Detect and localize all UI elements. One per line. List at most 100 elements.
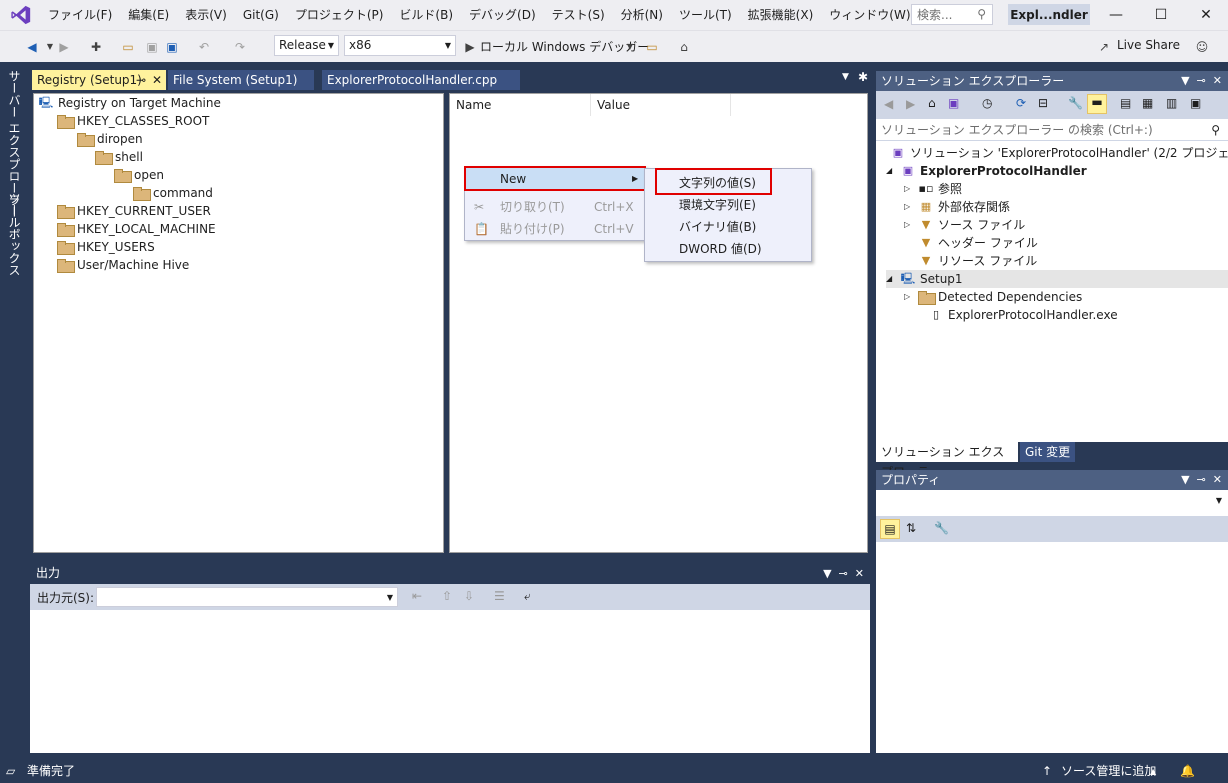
home-icon[interactable]: ⌂ [676,39,692,55]
forward-icon[interactable]: ▶ [906,97,915,111]
tree-node-hkcu[interactable]: HKEY_CURRENT_USER [57,202,211,220]
configuration-select[interactable]: Release ▼ [274,35,339,56]
back-icon[interactable]: ◀ [884,97,893,111]
menu-file[interactable]: ファイル(F) [40,0,120,30]
tree-node-root[interactable]: 🖳 Registry on Target Machine [38,94,221,112]
menu-item-paste[interactable]: 📋 貼り付け(P) Ctrl+V [466,218,644,240]
chevron-up-icon[interactable]: ▲ [1150,760,1156,783]
tree-node-resource-files[interactable]: ▼ リソース ファイル [918,252,1037,270]
tab-explorer-protocol-handler-cpp[interactable]: ExplorerProtocolHandler.cpp [322,70,520,90]
menu-view[interactable]: 表示(V) [177,0,235,30]
folder-icon[interactable]: ▭ [644,39,660,55]
tab-file-system[interactable]: File System (Setup1) [168,70,314,90]
column-header-value[interactable]: Value [591,94,731,116]
menu-extensions[interactable]: 拡張機能(X) [740,0,822,30]
tree-node-command[interactable]: command [133,184,213,202]
output-body[interactable] [30,610,870,753]
menu-tools[interactable]: ツール(T) [671,0,740,30]
toolbox-tab[interactable]: ツールボックス [6,192,23,276]
tree-node-header-files[interactable]: ▼ ヘッダー ファイル [918,234,1038,252]
save-icon[interactable]: ▣ [144,39,160,55]
menu-window[interactable]: ウィンドウ(W) [821,0,918,30]
tree-node-exe[interactable]: ▯ ExplorerProtocolHandler.exe [928,306,1118,324]
tree-node-references[interactable]: ▷ ▪▫ 参照 [904,180,962,198]
preview-icon[interactable]: ▬ [1087,94,1107,114]
categorized-icon[interactable]: ▤ [880,519,900,539]
forward-icon[interactable]: ▶ [56,39,72,55]
prev-message-icon[interactable]: ⇧ [442,589,452,603]
feedback-icon[interactable]: ☺ [1194,39,1210,55]
column-header-name[interactable]: Name [450,94,591,116]
menu-debug[interactable]: デバッグ(D) [461,0,544,30]
properties-object-select[interactable]: ▼ [876,492,1228,514]
maximize-icon[interactable]: ☐ [1139,0,1183,30]
pane-controls[interactable]: ▼ ⊸ ✕ [1181,470,1222,490]
view-code-icon[interactable]: ▤ [1120,96,1131,110]
preview-selected-icon[interactable]: ▣ [1190,96,1201,110]
live-share-button[interactable]: Live Share [1117,38,1180,52]
tab-git-changes[interactable]: Git 変更 [1020,442,1076,462]
start-debug-icon[interactable]: ▶ [462,39,478,55]
menu-build[interactable]: ビルド(B) [391,0,461,30]
find-message-icon[interactable]: ⇤ [412,589,422,603]
properties-icon[interactable]: 🔧 [934,521,949,535]
tab-dropdown-icon[interactable]: ▼ [842,72,849,82]
solution-name-badge[interactable]: Expl...ndler [1008,4,1090,25]
debugger-dropdown-icon[interactable]: ▼ [622,39,638,55]
alphabetical-icon[interactable]: ⇅ [906,521,916,535]
tree-node-project[interactable]: ◢ ▣ ExplorerProtocolHandler [886,162,1087,180]
menu-item-binary-value[interactable]: バイナリ値(B) [679,216,756,238]
undo-icon[interactable]: ↶ [196,39,212,55]
sync-icon[interactable]: ⟳ [1016,96,1026,110]
menu-item-dword-value[interactable]: DWORD 値(D) [679,238,762,260]
properties-icon[interactable]: 🔧 [1068,96,1083,110]
next-message-icon[interactable]: ⇩ [464,589,474,603]
tree-node-hkcr[interactable]: HKEY_CLASSES_ROOT [57,112,209,130]
pane-controls[interactable]: ▼ ⊸ ✕ [823,563,864,584]
pin-icon[interactable]: ⊸ [136,70,146,90]
menu-item-environment-string[interactable]: 環境文字列(E) [679,194,756,216]
menu-item-cut[interactable]: ✂ 切り取り(T) Ctrl+X [466,196,644,218]
menu-git[interactable]: Git(G) [235,0,287,30]
pane-controls[interactable]: ▼ ⊸ ✕ [1181,71,1222,91]
registry-values-pane[interactable]: Name Value [449,93,868,553]
tree-node-shell[interactable]: shell [95,148,143,166]
close-icon[interactable]: ✕ [1184,0,1228,30]
tree-node-open[interactable]: open [114,166,164,184]
search-input[interactable]: 検索... ⚲ [911,4,993,25]
menu-edit[interactable]: 編集(E) [120,0,177,30]
open-folder-icon[interactable]: ▭ [120,39,136,55]
tree-node-external-deps[interactable]: ▷ ▦ 外部依存関係 [904,198,1010,216]
tree-node-source-files[interactable]: ▷ ▼ ソース ファイル [904,216,1025,234]
output-source-select[interactable]: ▼ [96,587,398,607]
collapse-all-icon[interactable]: ⊟ [1038,96,1048,110]
platform-select[interactable]: x86 ▼ [344,35,456,56]
menu-project[interactable]: プロジェクト(P) [287,0,392,30]
tree-node-detected-deps[interactable]: ▷ Detected Dependencies [904,288,1082,306]
tab-registry[interactable]: Registry (Setup1) ⊸ ✕ [32,70,166,90]
tree-node-solution[interactable]: ▣ ソリューション 'ExplorerProtocolHandler' (2/2 … [890,144,1228,162]
add-to-source-control-button[interactable]: ソース管理に追加 [1061,760,1156,783]
live-share-icon[interactable]: ↗ [1096,39,1112,55]
notifications-icon[interactable]: 🔔 [1180,760,1195,783]
minimize-icon[interactable]: — [1094,0,1138,30]
class-view-icon[interactable]: ▦ [1142,96,1153,110]
close-icon[interactable]: ✕ [152,70,162,90]
tree-node-user-machine-hive[interactable]: User/Machine Hive [57,256,189,274]
menu-analyze[interactable]: 分析(N) [613,0,671,30]
new-project-icon[interactable]: ✚ [88,39,104,55]
save-all-icon[interactable]: ▣ [164,39,180,55]
solution-explorer-search-input[interactable]: ソリューション エクスプローラー の検索 (Ctrl+:) ⚲ [876,119,1228,141]
word-wrap-icon[interactable]: ⤶ [524,589,531,604]
tree-node-setup1[interactable]: ◢ 🖳 Setup1 [886,270,1228,288]
tab-solution-explorer[interactable]: ソリューション エクスプローラー [876,442,1018,479]
tree-node-diropen[interactable]: diropen [77,130,143,148]
show-all-files-icon[interactable]: ▥ [1166,96,1177,110]
pending-changes-icon[interactable]: ◷ [982,96,992,110]
tree-node-hku[interactable]: HKEY_USERS [57,238,155,256]
back-icon[interactable]: ◀ [24,39,40,55]
tree-node-hklm[interactable]: HKEY_LOCAL_MACHINE [57,220,216,238]
gear-icon[interactable]: ✱ [858,70,868,84]
switch-views-icon[interactable]: ▣ [948,96,959,110]
home-icon[interactable]: ⌂ [928,96,936,110]
